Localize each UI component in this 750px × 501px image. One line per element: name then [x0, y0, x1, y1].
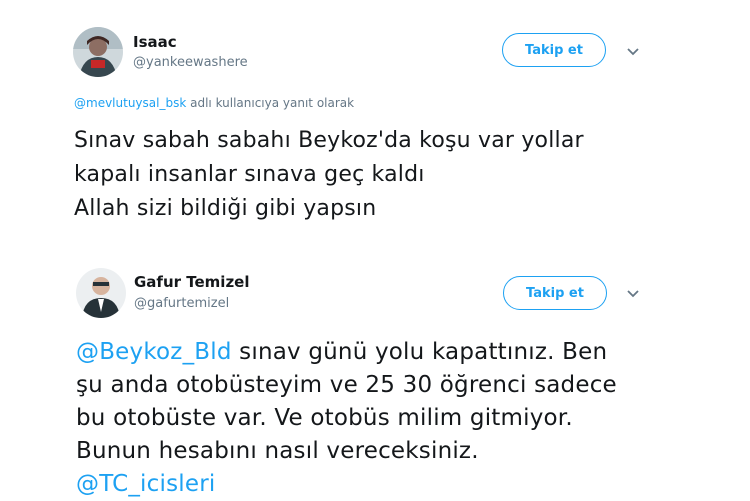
reply-context: @mevlutuysal_bsk adlı kullanıcıya yanıt …: [74, 96, 354, 110]
mention-link[interactable]: @TC_icisleri: [76, 471, 215, 497]
avatar-image: [76, 268, 126, 318]
chevron-down-icon[interactable]: [625, 44, 641, 60]
reply-context-text: adlı kullanıcıya yanıt olarak: [186, 96, 355, 110]
reply-mention-link[interactable]: @mevlutuysal_bsk: [74, 96, 186, 110]
user-handle[interactable]: @yankeewashere: [133, 55, 248, 70]
avatar[interactable]: [76, 268, 126, 318]
user-handle[interactable]: @gafurtemizel: [134, 296, 229, 311]
avatar[interactable]: [73, 27, 123, 77]
avatar-image: [73, 27, 123, 77]
follow-button[interactable]: Takip et: [503, 276, 607, 310]
tweet-text-line: @Beykoz_Bld sınav günü yolu kapattınız. …: [76, 336, 617, 369]
chevron-down-icon[interactable]: [625, 286, 641, 302]
user-name[interactable]: Isaac: [133, 33, 177, 51]
tweet-text-line: Allah sizi bildiği gibi yapsın: [74, 196, 377, 221]
tweet-text-line: Bunun hesabını nasıl vereceksiniz.: [76, 438, 479, 464]
tweet-text-line: @TC_icisleri: [76, 468, 617, 501]
tweet-text-line: kapalı insanlar sınava geç kaldı: [74, 162, 425, 187]
tweet-text: @Beykoz_Bld sınav günü yolu kapattınız. …: [76, 336, 617, 501]
tweet-text-line: Sınav sabah sabahı Beykoz'da koşu var yo…: [74, 128, 584, 153]
user-name[interactable]: Gafur Temizel: [134, 273, 250, 291]
follow-button[interactable]: Takip et: [502, 33, 606, 67]
tweet-text-line: bu otobüste var. Ve otobüs milim gitmiyo…: [76, 405, 573, 431]
mention-link[interactable]: @Beykoz_Bld: [76, 339, 232, 365]
tweet-text-line: şu anda otobüsteyim ve 25 30 öğrenci sad…: [76, 372, 617, 398]
tweet-text: Sınav sabah sabahı Beykoz'da koşu var yo…: [74, 124, 584, 226]
tweet-text-fragment: sınav günü yolu kapattınız. Ben: [231, 339, 608, 365]
